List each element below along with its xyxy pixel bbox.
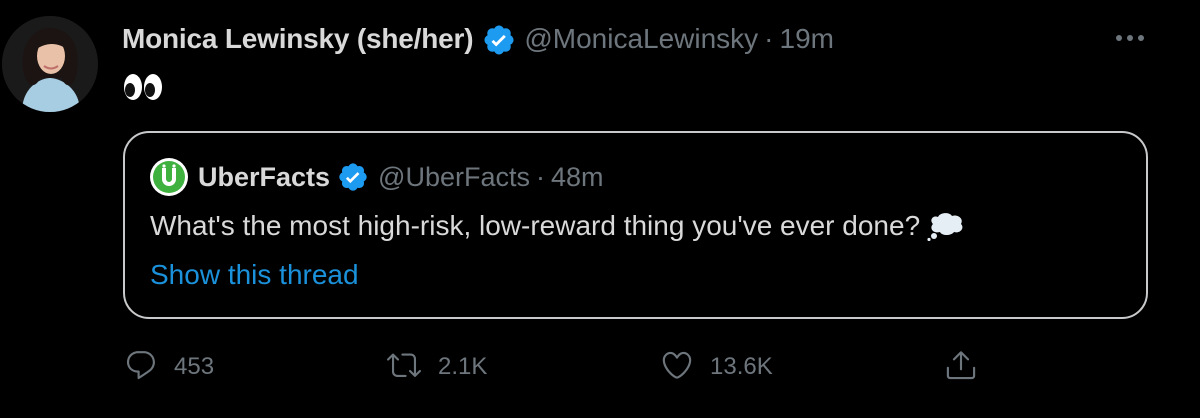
retweet-icon[interactable] — [386, 348, 422, 387]
eyes-emoji — [123, 70, 163, 104]
author-handle[interactable]: @MonicaLewinsky — [524, 23, 758, 55]
separator-dot: · — [536, 161, 545, 192]
like-icon[interactable] — [660, 348, 694, 387]
quoted-tweet-text: What's the most high-risk, low-reward th… — [150, 210, 966, 242]
tweet-action-bar: 453 2.1K 13.6K — [0, 344, 1200, 390]
separator-dot: · — [764, 23, 774, 54]
share-icon[interactable] — [944, 348, 978, 387]
tweet[interactable]: Monica Lewinsky (she/her) @MonicaLewinsk… — [0, 0, 1200, 418]
tweet-timestamp[interactable]: 19m — [780, 23, 834, 55]
retweet-button[interactable]: 2.1K — [386, 344, 487, 390]
more-icon[interactable] — [1112, 24, 1148, 52]
quoted-display-name: UberFacts — [198, 161, 331, 192]
quoted-tweet-header: UberFacts @UberFacts · 48m — [149, 157, 604, 197]
quoted-text: What's the most high-risk, low-reward th… — [150, 210, 921, 241]
reply-count: 453 — [174, 353, 215, 380]
reply-button[interactable]: 453 — [124, 344, 214, 390]
author-display-name[interactable]: Monica Lewinsky (she/her) — [122, 23, 474, 55]
quoted-tweet[interactable]: UberFacts @UberFacts · 48m What's the mo… — [123, 131, 1148, 319]
avatar[interactable] — [2, 16, 98, 112]
retweet-count: 2.1K — [438, 353, 488, 380]
like-count: 13.6K — [710, 353, 773, 380]
uberfacts-avatar[interactable] — [149, 157, 189, 197]
reply-icon[interactable] — [124, 348, 158, 387]
quoted-timestamp: 48m — [551, 161, 604, 192]
show-thread-link[interactable]: Show this thread — [150, 259, 359, 291]
quoted-handle: @UberFacts — [378, 161, 530, 192]
verified-icon — [337, 161, 369, 193]
verified-icon — [482, 23, 516, 57]
tweet-header: Monica Lewinsky (she/her) @MonicaLewinsk… — [122, 18, 834, 60]
share-button[interactable] — [944, 344, 978, 390]
thought-balloon-emoji — [926, 211, 966, 242]
like-button[interactable]: 13.6K — [660, 344, 773, 390]
